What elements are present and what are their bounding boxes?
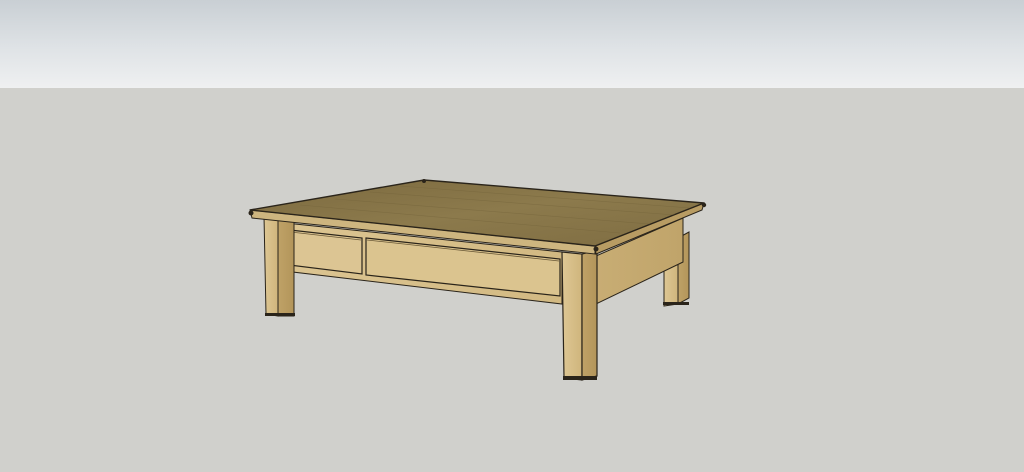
table-leg-front-right (561, 249, 598, 381)
coffee-table-model[interactable] (0, 0, 1024, 472)
table-leg-front-left (263, 215, 295, 317)
3d-viewport[interactable] (0, 0, 1024, 472)
leg-feet (265, 302, 689, 380)
